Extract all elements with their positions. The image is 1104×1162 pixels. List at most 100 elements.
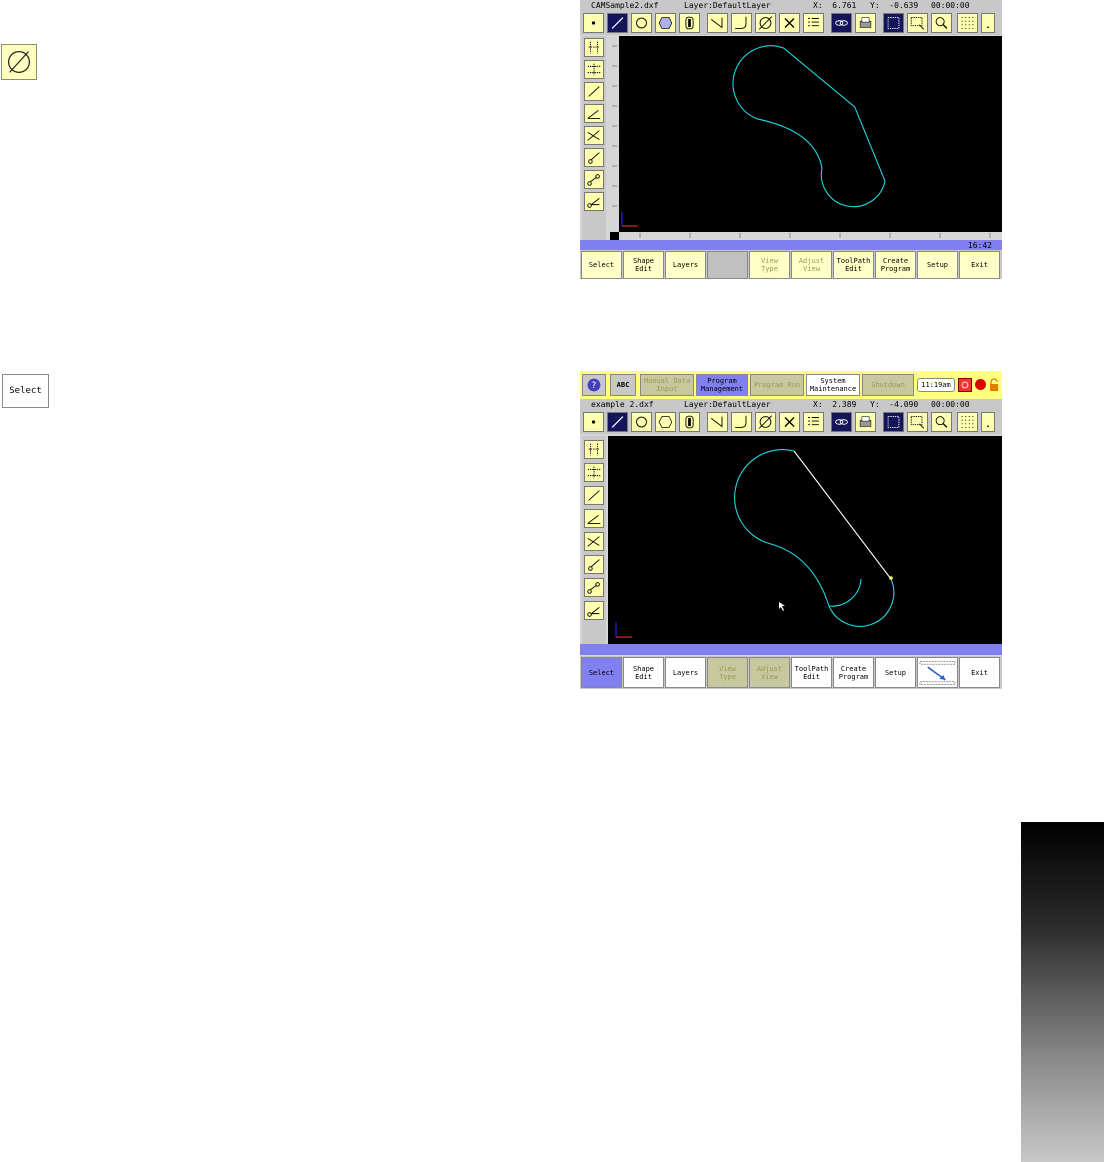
y-readout: Y: -0.639 (870, 1, 919, 10)
tangent-circles-icon[interactable] (584, 578, 604, 597)
line-tool-icon[interactable] (584, 486, 604, 505)
contour-path[interactable] (734, 449, 862, 607)
tangent-icon[interactable] (584, 148, 604, 167)
vertical-dim-icon[interactable] (584, 38, 604, 57)
printer-icon[interactable] (855, 13, 876, 33)
mode-bar: ? ABC Manual Data Input Program Manageme… (580, 371, 1002, 399)
vertical-dim-icon[interactable] (584, 440, 604, 459)
intersect-icon[interactable] (584, 532, 604, 551)
softkey-layers[interactable]: Layers (665, 657, 706, 688)
softkey-shape-edit[interactable]: Shape Edit (623, 657, 664, 688)
softkey-exit[interactable]: Exit (959, 657, 1000, 688)
softkey-layers[interactable]: Layers (665, 251, 706, 279)
list-icon[interactable] (803, 13, 824, 33)
softkey-bar: Select Shape Edit Layers View Type Adjus… (580, 656, 1002, 689)
decimal-icon[interactable] (981, 13, 995, 33)
y-readout: Y: -4.090 (870, 400, 919, 409)
program-management-button[interactable]: Program Management (696, 374, 748, 396)
window-select-icon[interactable] (907, 412, 928, 432)
angle-icon[interactable] (584, 104, 604, 123)
softkey-exit[interactable]: Exit (959, 251, 1000, 279)
grid-select-icon[interactable] (883, 412, 904, 432)
dot-grid-icon[interactable] (957, 412, 978, 432)
point-icon[interactable] (583, 412, 604, 432)
chain-icon[interactable] (831, 13, 852, 33)
softkey-select[interactable]: Select (581, 251, 622, 279)
diameter-icon[interactable] (755, 412, 776, 432)
corner-icon[interactable] (707, 13, 728, 33)
drawing-canvas[interactable] (610, 36, 1002, 240)
line-icon[interactable] (607, 13, 628, 33)
dot-grid-icon[interactable] (957, 13, 978, 33)
contour-path[interactable] (732, 45, 886, 208)
softkey-setup[interactable]: Setup (875, 657, 916, 688)
clock: 11:19am (917, 378, 955, 392)
delete-icon[interactable] (779, 13, 800, 33)
file-name: CAMSample2.dxf (591, 1, 659, 10)
selected-segment[interactable] (793, 450, 892, 580)
softkey-view-type[interactable]: View Type (707, 657, 748, 688)
zoom-icon[interactable] (931, 412, 952, 432)
grid-select-icon[interactable] (883, 13, 904, 33)
horizontal-dim-icon[interactable] (584, 60, 604, 79)
select-button-sample: Select (2, 374, 49, 408)
delete-icon[interactable] (779, 412, 800, 432)
circle-icon[interactable] (631, 412, 652, 432)
lock-icon[interactable] (988, 377, 1000, 391)
angle-circle-icon[interactable] (584, 192, 604, 211)
intersect-icon[interactable] (584, 126, 604, 145)
line-tool-icon[interactable] (584, 82, 604, 101)
circle-slash-icon (1, 44, 37, 80)
softkey-toolpath-edit[interactable]: ToolPath Edit (791, 657, 832, 688)
manual-data-input-button[interactable]: Manual Data Input (640, 374, 694, 396)
slot-icon[interactable] (679, 412, 700, 432)
point-icon[interactable] (583, 13, 604, 33)
program-run-button[interactable]: Program Run (750, 374, 804, 396)
stop-indicator-icon (975, 379, 986, 390)
horizontal-dim-icon[interactable] (584, 463, 604, 482)
slot-icon[interactable] (679, 13, 700, 33)
hexagon-icon[interactable] (655, 13, 676, 33)
window-select-icon[interactable] (907, 13, 928, 33)
list-icon[interactable] (803, 412, 824, 432)
line-icon[interactable] (607, 412, 628, 432)
softkey-setup[interactable]: Setup (917, 251, 958, 279)
screenshot-2: ? ABC Manual Data Input Program Manageme… (580, 371, 1002, 689)
circle-icon[interactable] (631, 13, 652, 33)
timer: 00:00:00 (931, 1, 970, 10)
softkey-adjust-view[interactable]: Adjust View (791, 251, 832, 279)
tangent-icon[interactable] (584, 555, 604, 574)
softkey-select[interactable]: Select (581, 657, 622, 688)
help-icon[interactable]: ? (582, 374, 606, 396)
chain-icon[interactable] (831, 412, 852, 432)
draw-toolbar (580, 11, 1002, 35)
constraint-sidebar (582, 436, 606, 644)
abc-button[interactable]: ABC (610, 374, 636, 396)
tangent-circles-icon[interactable] (584, 170, 604, 189)
angle-icon[interactable] (584, 509, 604, 528)
fillet-icon[interactable] (731, 412, 752, 432)
corner-icon[interactable] (707, 412, 728, 432)
softkey-create-program[interactable]: Create Program (833, 657, 874, 688)
hexagon-icon[interactable] (655, 412, 676, 432)
fillet-icon[interactable] (731, 13, 752, 33)
softkey-toolpath-edit[interactable]: ToolPath Edit (833, 251, 874, 279)
softkey-shape-edit[interactable]: Shape Edit (623, 251, 664, 279)
angle-circle-icon[interactable] (584, 601, 604, 620)
drawing-canvas[interactable] (608, 436, 1002, 644)
alarm-icon[interactable] (958, 378, 972, 392)
zoom-icon[interactable] (931, 13, 952, 33)
softkey-adjust-view[interactable]: Adjust View (749, 657, 790, 688)
printer-icon[interactable] (855, 412, 876, 432)
softkey-view-type[interactable]: View Type (749, 251, 790, 279)
diameter-icon[interactable] (755, 13, 776, 33)
decimal-icon[interactable] (981, 412, 995, 432)
shutdown-button[interactable]: Shutdown (862, 374, 914, 396)
system-maintenance-button[interactable]: System Maintenance (806, 374, 860, 396)
softkey-fit-arrow[interactable] (917, 657, 958, 688)
screenshot-1: CAMSample2.dxf Layer:DefaultLayer X: 6.7… (580, 0, 1002, 279)
softkey-bar: Select Shape Edit Layers View Type Adjus… (580, 250, 1002, 279)
softkey-create-program[interactable]: Create Program (875, 251, 916, 279)
file-name: example 2.dxf (591, 400, 654, 409)
draw-toolbar (580, 410, 1002, 434)
